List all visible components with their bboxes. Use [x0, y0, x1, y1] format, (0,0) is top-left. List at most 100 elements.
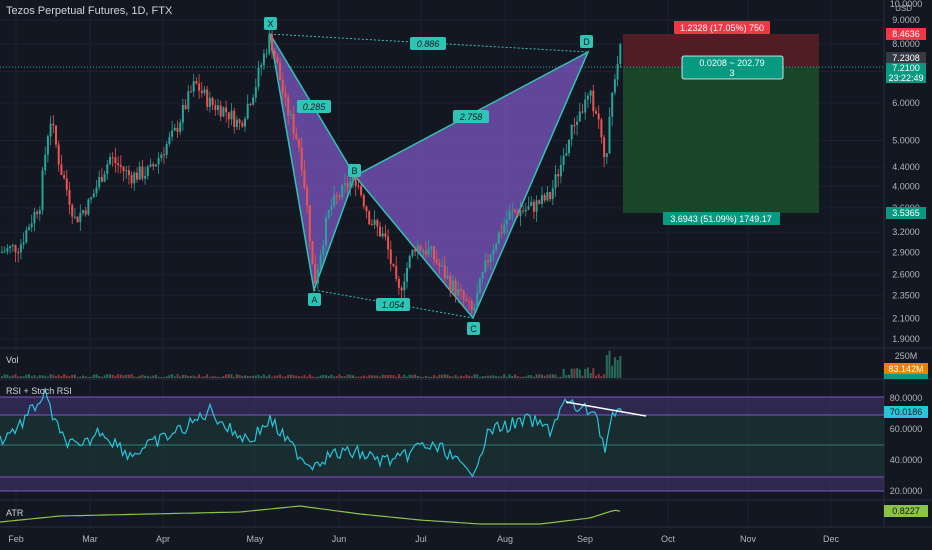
volume-bar — [82, 375, 84, 378]
target-label[interactable]: 3.6943 (51.09%) 1749.17 — [663, 212, 780, 225]
chart-canvas[interactable]: 10.00009.00008.00007.00006.00005.00004.4… — [0, 0, 932, 550]
volume-bar — [316, 376, 319, 378]
candle-body — [433, 246, 435, 260]
candle-body — [508, 210, 511, 220]
candle-body — [478, 278, 481, 293]
volume-bar — [244, 375, 246, 378]
volume-bar — [354, 376, 357, 378]
time-tick: Sep — [577, 534, 593, 544]
candle-body — [435, 259, 438, 264]
candle-body — [198, 83, 201, 91]
volume-pane-label[interactable]: Vol — [6, 355, 19, 365]
candle-body — [176, 127, 179, 132]
volume-bar — [368, 375, 371, 378]
time-tick: Jul — [415, 534, 427, 544]
candle-body — [71, 204, 74, 217]
target-price-badge[interactable]: 3.5365 — [886, 207, 926, 219]
volume-bar — [211, 376, 214, 378]
svg-text:1.054: 1.054 — [382, 300, 405, 310]
candle-body — [341, 184, 344, 198]
volume-bar — [152, 375, 155, 378]
candle-body — [87, 199, 90, 215]
volume-bar — [233, 376, 236, 378]
volume-bar — [500, 376, 503, 378]
rsi-value-badge[interactable]: 70.0186 — [884, 406, 928, 418]
volume-bar — [303, 374, 306, 378]
volume-bar — [138, 375, 141, 378]
candle-body — [9, 246, 12, 249]
volume-bar — [157, 376, 160, 378]
rsi-pane-label[interactable]: RSI + Stoch RSI — [6, 386, 72, 396]
vol-value2-badge[interactable] — [884, 374, 928, 379]
candle-body — [133, 172, 136, 184]
candle-body — [549, 192, 552, 200]
volume-bar — [133, 376, 136, 378]
ratio-label-bd[interactable]: 2.758 — [453, 110, 489, 123]
pattern-point-a[interactable]: A — [308, 293, 321, 306]
candle-body — [589, 90, 592, 96]
volume-bar — [217, 376, 219, 378]
volume-bar — [276, 375, 279, 378]
stop-label[interactable]: 1.2328 (17.05%) 750 — [674, 21, 770, 34]
stop-price-badge[interactable]: 8.4636 — [886, 28, 926, 40]
volume-bar — [611, 365, 614, 378]
last-close-badge[interactable]: 7.2308 — [886, 52, 926, 63]
volume-bar — [435, 376, 438, 378]
volume-bar — [346, 374, 349, 378]
candle-body — [152, 164, 155, 167]
pattern-point-b[interactable]: B — [348, 164, 361, 177]
candle-body — [84, 210, 87, 215]
time-axis[interactable]: Feb Mar Apr May Jun Jul Aug Sep Oct Nov Dec — [8, 534, 839, 544]
candle-body — [308, 205, 311, 242]
ratio-label-ac[interactable]: 1.054 — [376, 298, 410, 311]
candle-body — [171, 130, 174, 137]
candle-body — [114, 157, 117, 164]
candle-body — [127, 170, 130, 176]
price-axis[interactable]: 10.00009.00008.00007.00006.00005.00004.4… — [890, 0, 923, 344]
candle-body — [535, 200, 538, 212]
ratio-label-xd[interactable]: 0.886 — [410, 37, 446, 50]
candle-body — [443, 265, 446, 279]
atr-value-badge[interactable]: 0.8227 — [884, 505, 928, 517]
pattern-point-d[interactable]: D — [580, 35, 593, 48]
volume-layer — [1, 350, 622, 378]
pattern-point-c[interactable]: C — [467, 322, 480, 335]
volume-bar — [338, 374, 341, 378]
svg-text:70.0186: 70.0186 — [890, 407, 923, 417]
svg-text:C: C — [470, 324, 477, 334]
current-price-badge[interactable]: 7.2100 23:22:49 — [886, 63, 926, 83]
volume-bar — [406, 376, 408, 378]
volume-bar — [76, 376, 79, 378]
volume-bar — [400, 376, 403, 378]
volume-bar — [543, 375, 546, 378]
symbol-title[interactable]: Tezos Perpetual Futures, 1D, FTX — [6, 5, 172, 17]
candle-body — [319, 254, 322, 270]
candle-body — [316, 269, 319, 284]
candle-body — [298, 139, 300, 148]
pattern-point-x[interactable]: X — [264, 17, 277, 30]
price-tick: 2.9000 — [892, 247, 920, 257]
candle-body — [149, 164, 152, 167]
volume-bar — [311, 376, 314, 378]
volume-bar — [392, 375, 395, 378]
svg-text:A: A — [311, 295, 317, 305]
volume-bar — [595, 375, 597, 378]
volume-bar — [308, 374, 311, 378]
ratio-label-xb[interactable]: 0.285 — [297, 100, 331, 113]
atr-pane-label[interactable]: ATR — [6, 508, 23, 518]
candle-body — [306, 187, 309, 206]
take-profit-zone[interactable] — [623, 67, 819, 213]
vol-value-badge[interactable]: 83.142M — [884, 363, 928, 374]
volume-bar — [1, 376, 3, 378]
candle-body — [516, 211, 519, 217]
volume-bar — [190, 375, 192, 378]
volume-bar — [376, 375, 379, 378]
candle-body — [28, 227, 30, 231]
entry-label[interactable]: 0.0208 ~ 202.79 3 — [681, 55, 784, 80]
volume-bar — [125, 374, 128, 378]
volume-bar — [95, 374, 98, 378]
candle-body — [468, 300, 471, 302]
candle-body — [238, 119, 241, 123]
candle-body — [500, 232, 503, 234]
volume-bar — [271, 376, 273, 378]
